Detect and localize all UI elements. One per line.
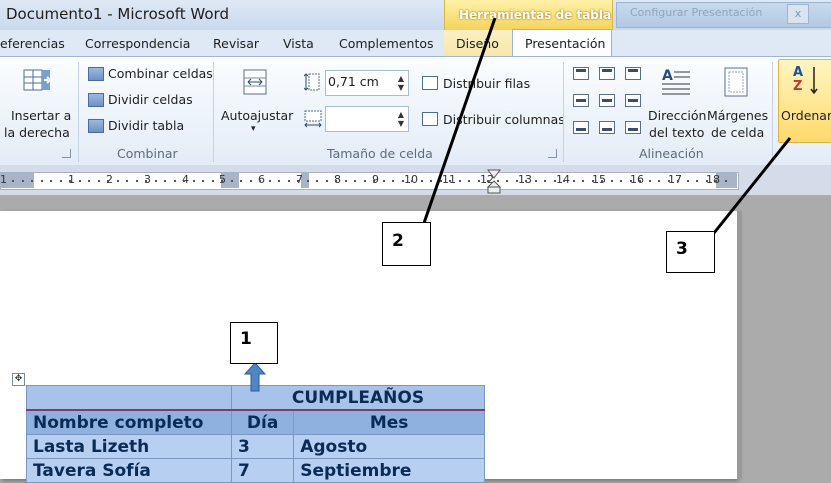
callout-2: 2 [382,222,431,266]
callout-1-number: 1 [240,329,252,349]
callout-3-line [712,137,792,234]
callout-2-line [422,17,497,224]
callout-2-number: 2 [392,231,404,251]
callout-1: 1 [230,322,278,364]
callout-3: 3 [666,231,715,273]
callout-3-number: 3 [676,239,688,259]
